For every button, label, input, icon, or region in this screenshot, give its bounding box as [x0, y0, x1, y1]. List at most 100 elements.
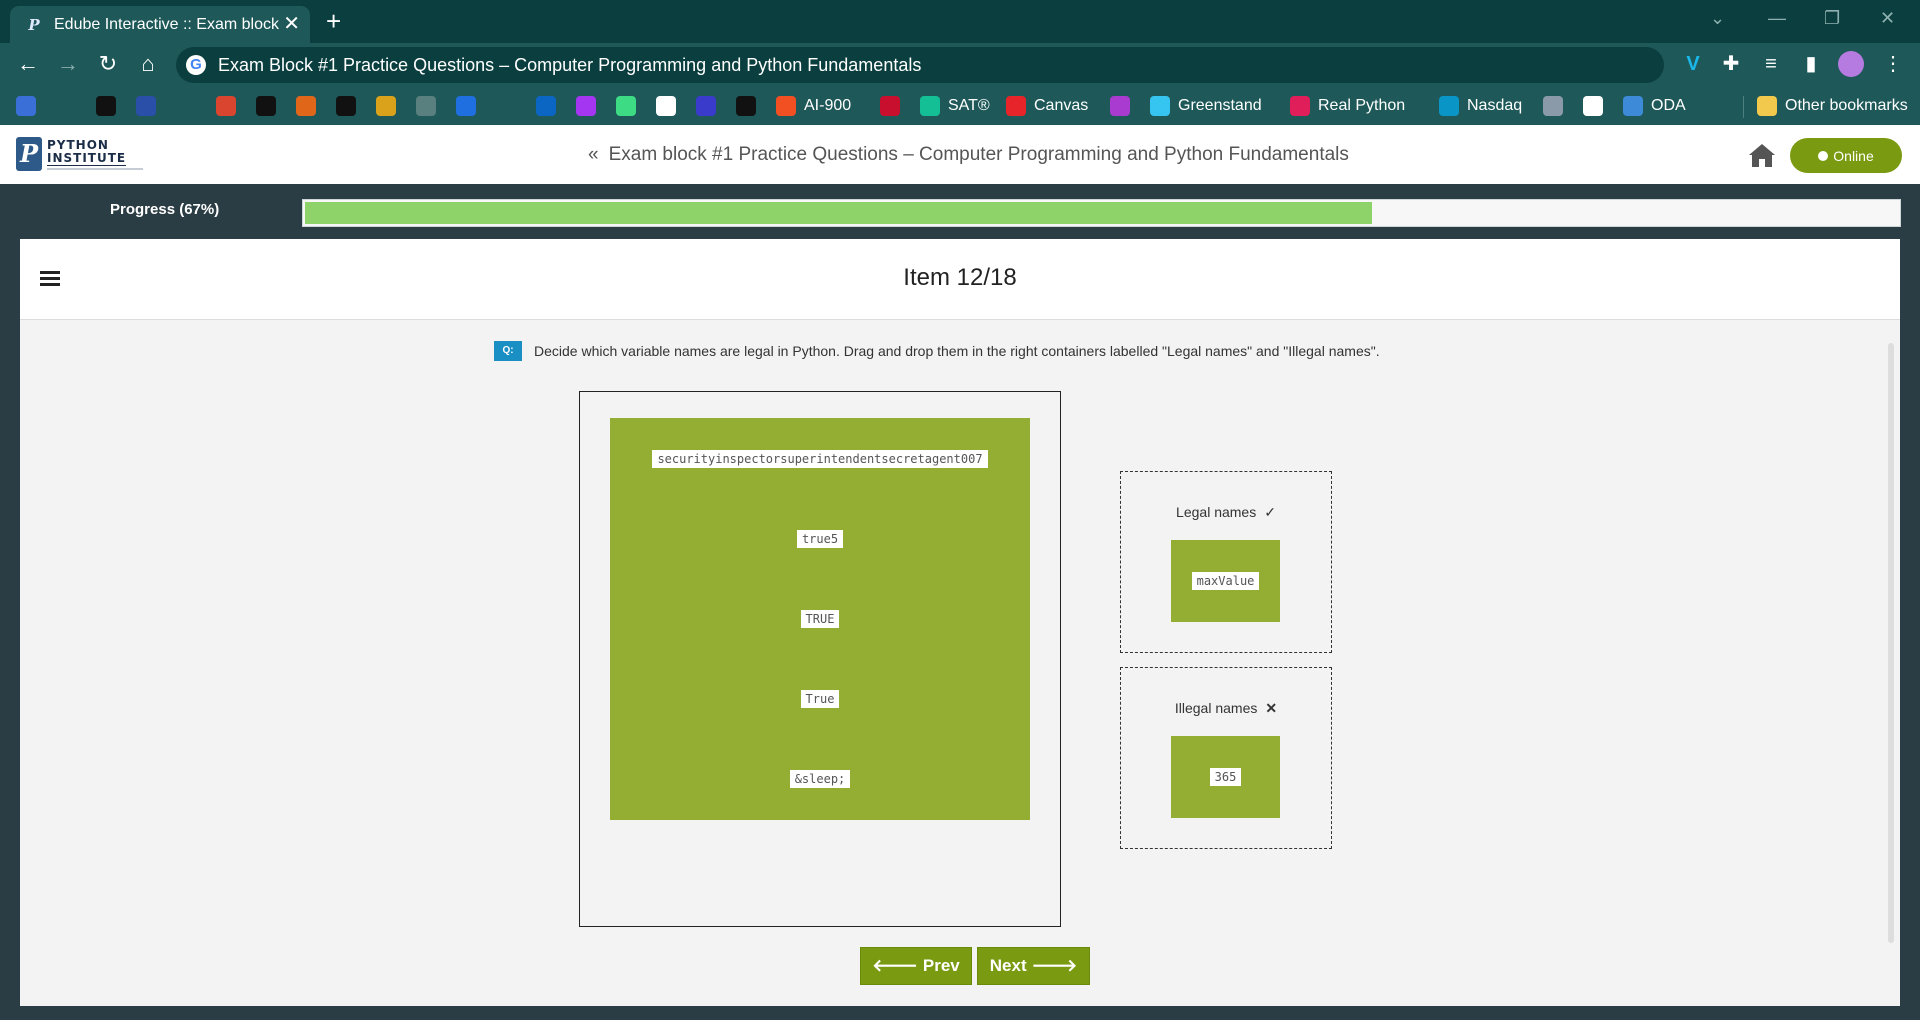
drag-tile[interactable]: True: [610, 658, 1030, 740]
item-header: Item 12/18: [20, 239, 1900, 320]
bookmark-slack[interactable]: Greenstand: [1150, 94, 1262, 118]
bookmark-mw[interactable]: [1583, 94, 1603, 118]
bookmark-microsoft[interactable]: AI-900: [776, 94, 851, 118]
item-navigation: 🡐 Prev Next 🡒: [860, 947, 1090, 985]
logo-text-line2: INSTITUTE: [47, 151, 127, 166]
bookmark-slack[interactable]: Real Python: [1290, 94, 1405, 118]
restore-icon[interactable]: ❐: [1824, 8, 1840, 29]
bookmark-layers[interactable]: [16, 94, 36, 118]
bookmark-ed[interactable]: [1110, 94, 1130, 118]
legal-names-container[interactable]: Legal names ✓ maxValue: [1120, 471, 1332, 653]
bookmark-linkedin[interactable]: [536, 94, 556, 118]
nasdaq-icon: [1439, 96, 1459, 116]
bookmark-label: Nasdaq: [1467, 97, 1523, 114]
arrow-left-icon: 🡐: [872, 956, 918, 975]
drag-tile[interactable]: true5: [610, 498, 1030, 580]
drag-tile[interactable]: maxValue: [1171, 540, 1280, 622]
stripes-icon: [296, 96, 316, 116]
drag-tile[interactable]: TRUE: [610, 578, 1030, 660]
site-header: P PYTHON INSTITUTE « Exam block #1 Practi…: [0, 125, 1920, 184]
bookmark-pycharm[interactable]: [136, 94, 156, 118]
illegal-names-label: Illegal names: [1174, 700, 1258, 716]
progress-section: Progress (67%): [0, 184, 1920, 238]
bookmark-khan[interactable]: SAT®: [920, 94, 990, 118]
progress-bar: [302, 199, 1901, 227]
tile-label: 365: [1209, 768, 1242, 786]
bookmark-arrow-logo[interactable]: [376, 94, 396, 118]
bookmark-nasdaq[interactable]: Nasdaq: [1439, 94, 1522, 118]
printer-icon: [176, 96, 196, 116]
bookmark-stripes[interactable]: [296, 94, 316, 118]
pycharm-icon: [136, 96, 156, 116]
bookmark-code[interactable]: [656, 94, 676, 118]
bookmark-terminal[interactable]: [736, 94, 756, 118]
minimize-icon[interactable]: —: [1768, 8, 1786, 29]
profile-avatar[interactable]: [1838, 51, 1864, 77]
tab-search-icon[interactable]: ⌄: [1710, 8, 1725, 29]
bookmarks-separator: [1743, 96, 1744, 118]
terminal-icon: [736, 96, 756, 116]
arrow-right-icon: 🡒: [1031, 956, 1078, 975]
close-window-icon[interactable]: ✕: [1880, 8, 1895, 29]
back-icon[interactable]: ←: [14, 51, 42, 77]
home-icon[interactable]: ⌂: [134, 51, 162, 77]
browser-tab[interactable]: P Edube Interactive :: Exam block # ✕: [10, 6, 310, 43]
online-status-button[interactable]: Online: [1790, 138, 1902, 173]
illegal-names-container[interactable]: Illegal names ✕ 365: [1120, 667, 1332, 849]
address-bar[interactable]: G Exam Block #1 Practice Questions – Com…: [176, 47, 1664, 83]
side-panel-icon[interactable]: ▮: [1798, 52, 1824, 76]
python-institute-logo[interactable]: P PYTHON INSTITUTE: [16, 137, 146, 173]
bookmark-lambda[interactable]: [256, 94, 276, 118]
tile-label: &sleep;: [789, 770, 851, 788]
bookmark-label: Real Python: [1318, 97, 1406, 114]
bookmark-circle-logo[interactable]: [96, 94, 116, 118]
home-icon[interactable]: [1748, 142, 1776, 168]
logo-mark: P: [16, 137, 42, 171]
double-chevron-left-icon[interactable]: «: [588, 144, 599, 165]
logo-text-line1: PYTHON: [47, 138, 109, 152]
drag-tile[interactable]: 365: [1171, 736, 1280, 818]
bookmark-canvas[interactable]: Canvas: [1006, 94, 1088, 118]
forward-icon[interactable]: →: [54, 51, 82, 77]
vimeo-extension-icon[interactable]: V: [1680, 52, 1706, 76]
prev-button[interactable]: 🡐 Prev: [860, 947, 972, 985]
other-bookmarks[interactable]: Other bookmarks: [1757, 94, 1908, 118]
bookmark-edx[interactable]: [496, 94, 516, 118]
online-dot-icon: [1818, 150, 1829, 161]
bookmark-aai[interactable]: [1543, 94, 1563, 118]
bookmark-dots[interactable]: [416, 94, 436, 118]
bookmark-github[interactable]: [56, 94, 76, 118]
bookmark-coursera[interactable]: [456, 94, 476, 118]
bookmark-bracket[interactable]: [696, 94, 716, 118]
dollar-icon: [1623, 96, 1643, 116]
next-button[interactable]: Next 🡒: [977, 947, 1090, 985]
mw-icon: [1583, 96, 1603, 116]
bookmark-label: AI-900: [804, 97, 852, 114]
menu-dots-icon[interactable]: ⋮: [1880, 52, 1906, 76]
tile-label: true5: [796, 530, 844, 548]
new-tab-icon[interactable]: +: [326, 7, 341, 35]
panel-scrollbar[interactable]: [1888, 343, 1894, 943]
bookmark-android[interactable]: [616, 94, 636, 118]
bookmark-printer[interactable]: [176, 94, 196, 118]
microsoft-icon: [776, 96, 796, 116]
bookmark-udemy[interactable]: [576, 94, 596, 118]
bookmark-hackerrank[interactable]: [336, 94, 356, 118]
bookmark-label: Greenstand: [1178, 97, 1262, 114]
close-tab-icon[interactable]: ✕: [283, 13, 300, 35]
address-text[interactable]: Exam Block #1 Practice Questions – Compu…: [218, 55, 921, 76]
browser-tab-bar: P Edube Interactive :: Exam block # ✕ + …: [0, 0, 1920, 43]
drag-tile[interactable]: &sleep;: [610, 738, 1030, 820]
source-container[interactable]: securityinspectorsuperintendentsecretage…: [579, 391, 1061, 927]
bookmark-dollar[interactable]: ODA: [1623, 94, 1686, 118]
drag-tile[interactable]: securityinspectorsuperintendentsecretage…: [610, 418, 1030, 500]
course-title[interactable]: « Exam block #1 Practice Questions – Comp…: [588, 144, 1349, 166]
bookmark-spiral[interactable]: [216, 94, 236, 118]
bookmark-shield[interactable]: [880, 94, 900, 118]
legal-names-label: Legal names: [1176, 504, 1257, 520]
media-control-icon[interactable]: ≡: [1758, 52, 1784, 76]
reload-icon[interactable]: ↻: [94, 51, 122, 77]
bookmark-label: Canvas: [1034, 97, 1089, 114]
item-title: Item 12/18: [903, 264, 1017, 291]
extensions-icon[interactable]: ✚: [1718, 52, 1744, 76]
